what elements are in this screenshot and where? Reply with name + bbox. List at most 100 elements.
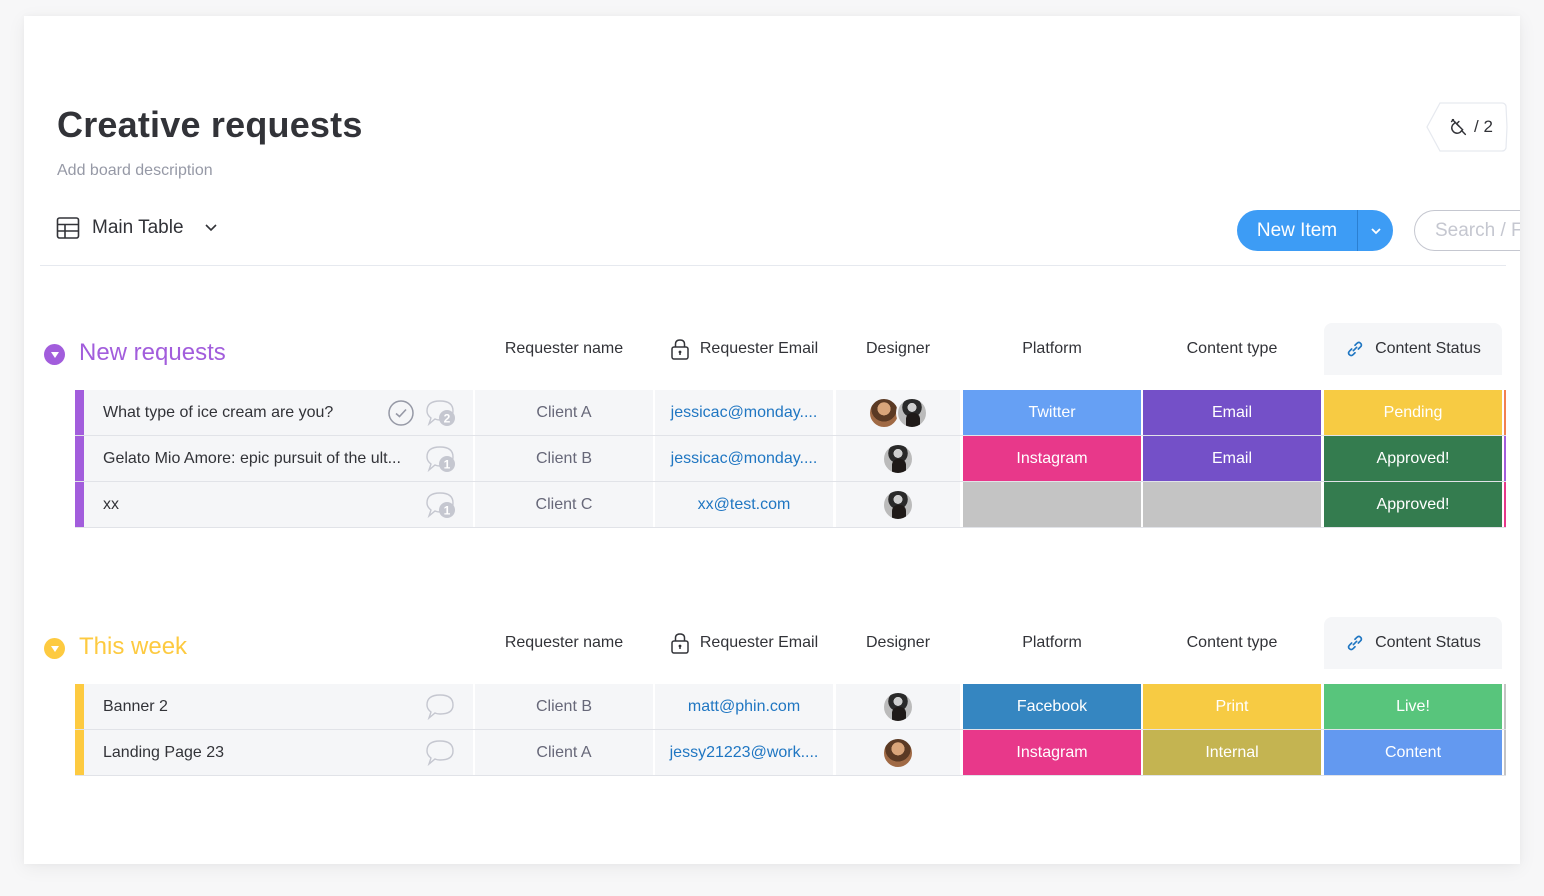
requester-name-cell[interactable]: Client A <box>475 390 653 435</box>
column-header-label: Requester name <box>504 340 624 357</box>
column-header-content-type[interactable]: Content type <box>1143 617 1321 669</box>
content-type-cell[interactable]: Internal <box>1143 730 1321 775</box>
item-name-cell[interactable]: Gelato Mio Amore: epic pursuit of the ul… <box>75 436 473 482</box>
designer-avatars <box>868 396 928 429</box>
lock-icon <box>670 632 690 654</box>
platform-cell[interactable] <box>963 482 1141 527</box>
designer-cell[interactable] <box>836 730 960 775</box>
requester-email-link[interactable]: jessicac@monday.... <box>655 436 833 481</box>
avatar[interactable] <box>882 736 914 769</box>
content-status-cell[interactable]: Live! <box>1324 684 1502 729</box>
column-header-requester-email[interactable]: Requester Email <box>655 323 833 375</box>
table-row[interactable]: Banner 2 Client Bmatt@phin.com Facebook Pri… <box>75 684 1506 730</box>
updates-bubble-icon[interactable]: 1 <box>425 490 457 520</box>
item-name[interactable]: What type of ice cream are you? <box>103 404 333 422</box>
platform-cell[interactable]: Twitter <box>963 390 1141 435</box>
content-status-cell[interactable]: Approved! <box>1324 436 1502 481</box>
updates-bubble-icon[interactable]: 2 <box>425 398 457 428</box>
table-row[interactable]: Landing Page 23 Client Ajessy21223@work..… <box>75 730 1506 776</box>
row-divider <box>75 527 1506 528</box>
view-selector[interactable]: Main Table <box>56 216 218 240</box>
platform-cell[interactable]: Instagram <box>963 436 1141 481</box>
column-header-platform[interactable]: Platform <box>963 617 1141 669</box>
column-header-content-type[interactable]: Content type <box>1143 323 1321 375</box>
item-name-cell[interactable]: xx 1 <box>75 482 473 528</box>
group-header: New requests Requester name Requester Emai… <box>24 323 1520 375</box>
column-header-content-status[interactable]: Content Status <box>1324 617 1502 669</box>
requester-email-link[interactable]: xx@test.com <box>655 482 833 527</box>
column-header-content-status[interactable]: Content Status <box>1324 323 1502 375</box>
group-header: This week Requester name Requester Email De… <box>24 617 1520 669</box>
plug-icon <box>1450 118 1467 136</box>
updates-bubble-icon[interactable] <box>425 692 457 722</box>
svg-text:1: 1 <box>444 458 451 472</box>
group-title[interactable]: New requests <box>79 339 226 367</box>
chevron-down-icon[interactable] <box>204 223 218 233</box>
new-item-dropdown-icon[interactable] <box>1358 227 1393 235</box>
avatar[interactable] <box>882 690 914 723</box>
updates-bubble-icon[interactable]: 1 <box>425 444 457 474</box>
column-header-requester-name[interactable]: Requester name <box>475 617 653 669</box>
item-name[interactable]: Landing Page 23 <box>103 744 224 762</box>
requester-name-cell[interactable]: Client B <box>475 684 653 729</box>
board-title[interactable]: Creative requests <box>57 104 363 146</box>
svg-text:2: 2 <box>444 412 451 426</box>
item-name-cell[interactable]: Banner 2 <box>75 684 473 730</box>
integrations-button[interactable]: / 2 <box>1426 102 1508 152</box>
table-row[interactable]: What type of ice cream are you? 2 Client A… <box>75 390 1506 436</box>
item-name[interactable]: Gelato Mio Amore: epic pursuit of the ul… <box>103 450 401 468</box>
group-color-bar <box>75 684 84 730</box>
requester-email-link[interactable]: jessy21223@work.... <box>655 730 833 775</box>
requester-email-link[interactable]: jessicac@monday.... <box>655 390 833 435</box>
requester-name-cell[interactable]: Client C <box>475 482 653 527</box>
designer-avatars <box>882 690 914 723</box>
designer-cell[interactable] <box>836 684 960 729</box>
group-title[interactable]: This week <box>79 633 187 661</box>
designer-cell[interactable] <box>836 436 960 481</box>
requester-name-cell[interactable]: Client A <box>475 730 653 775</box>
column-header-platform[interactable]: Platform <box>963 323 1141 375</box>
updates-bubble-icon[interactable] <box>425 738 457 768</box>
avatar[interactable] <box>882 442 914 475</box>
next-column-edge <box>1504 730 1506 775</box>
designer-avatars <box>882 488 914 521</box>
content-status-cell[interactable]: Pending <box>1324 390 1502 435</box>
table-row[interactable]: xx 1 Client Cxx@test.com Approved! <box>75 482 1506 528</box>
column-header-label: Content Status <box>1375 340 1481 357</box>
board-description[interactable]: Add board description <box>57 162 213 180</box>
content-type-cell[interactable] <box>1143 482 1321 527</box>
item-name-cell[interactable]: What type of ice cream are you? 2 <box>75 390 473 436</box>
avatar[interactable] <box>896 396 928 429</box>
platform-cell[interactable]: Facebook <box>963 684 1141 729</box>
designer-cell[interactable] <box>836 482 960 527</box>
check-circle-icon[interactable] <box>387 399 415 427</box>
column-header-designer[interactable]: Designer <box>836 617 960 669</box>
designer-avatars <box>882 442 914 475</box>
content-type-cell[interactable]: Email <box>1143 390 1321 435</box>
item-actions: 1 <box>425 444 457 474</box>
requester-name-cell[interactable]: Client B <box>475 436 653 481</box>
new-item-button[interactable]: New Item <box>1237 210 1393 251</box>
item-name[interactable]: Banner 2 <box>103 698 168 716</box>
content-status-cell[interactable]: Content <box>1324 730 1502 775</box>
column-header-designer[interactable]: Designer <box>836 323 960 375</box>
item-name[interactable]: xx <box>103 496 119 514</box>
designer-cell[interactable] <box>836 390 960 435</box>
group-collapse-icon[interactable] <box>44 344 65 365</box>
group-collapse-icon[interactable] <box>44 638 65 659</box>
table-row[interactable]: Gelato Mio Amore: epic pursuit of the ul… <box>75 436 1506 482</box>
requester-email-link[interactable]: matt@phin.com <box>655 684 833 729</box>
content-type-cell[interactable]: Print <box>1143 684 1321 729</box>
column-header-label: Content type <box>1186 634 1278 651</box>
content-type-cell[interactable]: Email <box>1143 436 1321 481</box>
table-icon <box>56 217 80 239</box>
content-status-cell[interactable]: Approved! <box>1324 482 1502 527</box>
platform-cell[interactable]: Instagram <box>963 730 1141 775</box>
search-input[interactable]: Search / Filter <box>1414 210 1520 251</box>
column-header-requester-name[interactable]: Requester name <box>475 323 653 375</box>
new-item-label[interactable]: New Item <box>1237 220 1357 242</box>
avatar[interactable] <box>882 488 914 521</box>
item-name-cell[interactable]: Landing Page 23 <box>75 730 473 776</box>
link-icon <box>1345 633 1365 653</box>
column-header-requester-email[interactable]: Requester Email <box>655 617 833 669</box>
